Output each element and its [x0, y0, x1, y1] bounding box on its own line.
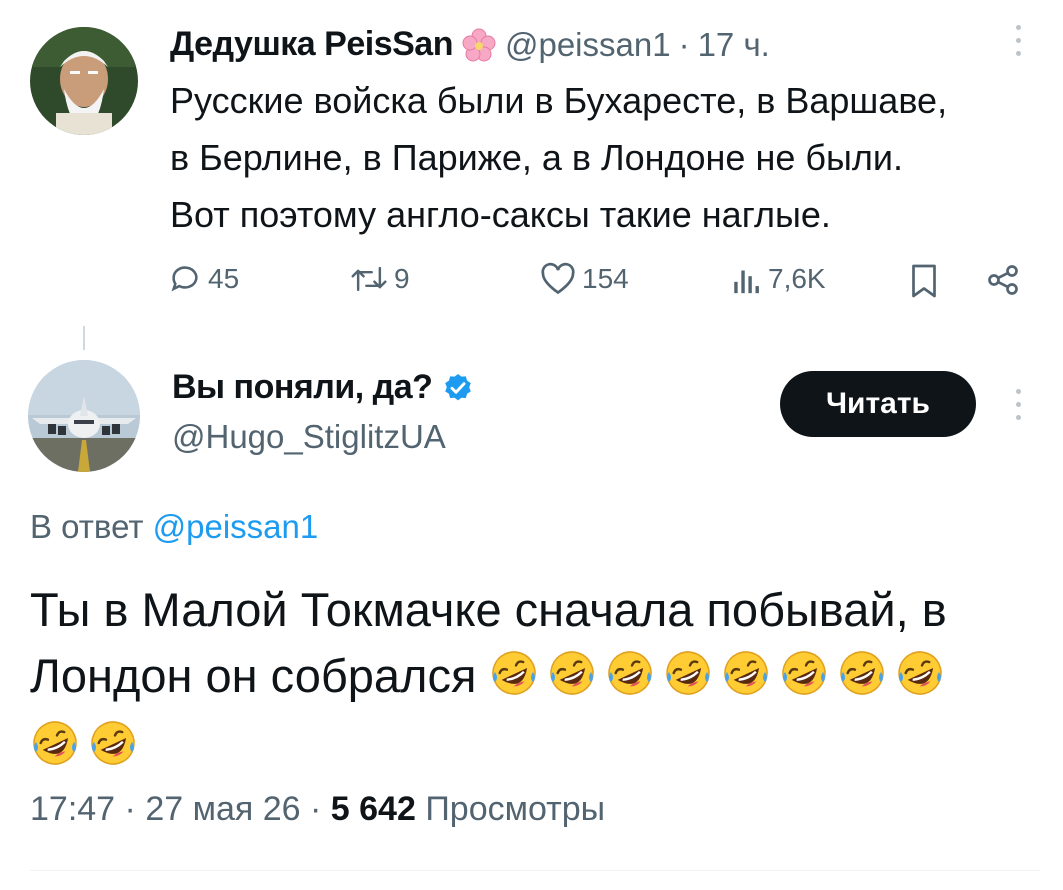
rolling-laughing-emoji-icon: [779, 648, 829, 698]
rolling-laughing-emoji-icon: [895, 648, 945, 698]
tweet1-timestamp[interactable]: 17 ч.: [698, 26, 770, 64]
tweet1-text-line: Вот поэтому англо-саксы такие наглые.: [170, 194, 831, 235]
rolling-laughing-emoji-icon: [489, 648, 539, 698]
reply-to-prefix: В ответ: [30, 508, 144, 545]
tweet2-author-name[interactable]: Вы поняли, да?: [172, 368, 433, 407]
bottom-divider: [30, 870, 1040, 871]
tweet1-text-line: в Берлине, в Париже, а в Лондоне не были…: [170, 137, 903, 178]
tweet2-text-line: Лондон он собрался: [30, 649, 477, 702]
verified-badge-icon: [442, 372, 474, 404]
cherry-blossom-icon: [461, 27, 497, 63]
rolling-laughing-emoji-icon: [30, 718, 80, 768]
reply-to-handle-link[interactable]: @peissan1: [153, 508, 319, 545]
reply-count: 45: [208, 263, 240, 294]
retweet-icon: [350, 262, 388, 296]
tweet1-avatar[interactable]: [30, 27, 138, 135]
tweet2-views-count: 5 642: [330, 790, 416, 828]
read-button[interactable]: Читать: [780, 371, 976, 437]
tweet2-text: Ты в Малой Токмачке сначала побывай, в Л…: [30, 577, 1050, 779]
rolling-laughing-emoji-icon: [837, 648, 887, 698]
reply-icon: [168, 262, 202, 296]
reply-button[interactable]: 45: [168, 262, 239, 296]
retweet-count: 9: [394, 263, 410, 294]
views-icon: [732, 262, 762, 296]
tweet2-author-handle[interactable]: @Hugo_StiglitzUA: [172, 418, 446, 456]
like-count: 154: [582, 263, 629, 294]
tweet1-text-line: Русские войска были в Бухаресте, в Варша…: [170, 80, 948, 121]
tweet2-views-label: Просмотры: [425, 790, 606, 828]
heart-icon: [540, 262, 576, 296]
rolling-laughing-emoji-icon: [547, 648, 597, 698]
tweet2-more-icon[interactable]: [1016, 384, 1021, 424]
rolling-laughing-emoji-icon: [605, 648, 655, 698]
views-button[interactable]: 7,6K: [732, 262, 826, 296]
tweet2-avatar[interactable]: [28, 360, 140, 472]
tweet1-separator: ·: [678, 25, 690, 63]
emoji-group: [489, 649, 953, 702]
rolling-laughing-emoji-icon: [663, 648, 713, 698]
rolling-laughing-emoji-icon: [721, 648, 771, 698]
thread-connector-line: [83, 326, 85, 350]
rolling-laughing-emoji-icon: [88, 718, 138, 768]
share-icon[interactable]: [985, 262, 1021, 303]
meta-separator: ·: [124, 790, 136, 828]
tweet1-author-name[interactable]: Дедушка PeisSan: [170, 25, 453, 64]
tweet2-date[interactable]: 27 мая 26: [145, 790, 300, 828]
like-button[interactable]: 154: [540, 262, 629, 296]
tweet2-time[interactable]: 17:47: [30, 790, 115, 828]
meta-separator: ·: [310, 790, 322, 828]
tweet2-text-line: Ты в Малой Токмачке сначала побывай, в: [30, 583, 947, 636]
emoji-group: [30, 713, 1050, 779]
bookmark-icon[interactable]: [908, 263, 940, 304]
retweet-button[interactable]: 9: [350, 262, 410, 296]
tweet1-author-handle[interactable]: @peissan1: [505, 26, 671, 64]
tweet1-more-icon[interactable]: [1016, 20, 1021, 60]
views-count: 7,6K: [768, 263, 826, 294]
tweet1-text: Русские войска были в Бухаресте, в Варша…: [170, 72, 1050, 243]
